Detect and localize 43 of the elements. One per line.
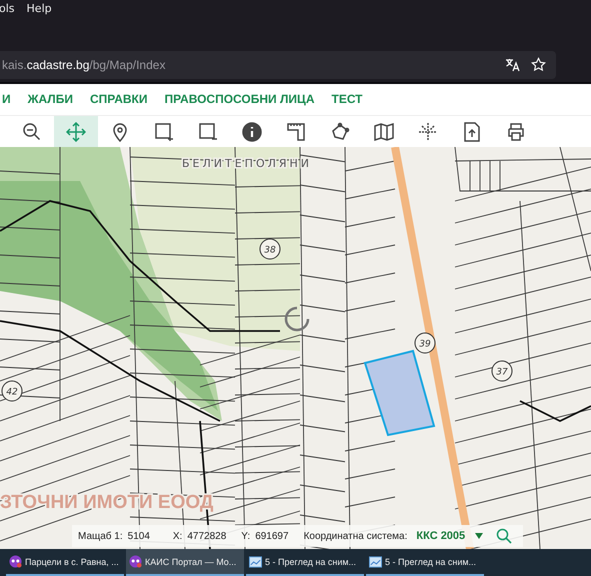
nav-link[interactable]: ПРАВОСПОСОБНИ ЛИЦА [164,92,314,106]
map-icon [374,122,394,142]
taskbar-item[interactable]: 5 - Преглед на сним... [246,549,364,576]
star-icon[interactable] [531,57,546,72]
ruler-corner-icon [286,122,306,142]
scale-label: Мащаб 1: [78,530,123,542]
x-value: 4772828 [187,530,226,542]
translate-icon[interactable] [505,58,521,72]
search-icon[interactable] [496,528,512,544]
taskbar-item[interactable]: КАИС Портал — Mo... [126,549,244,576]
scale-value: 5104 [128,530,150,542]
square-plus-icon [154,122,174,142]
image-icon [369,556,382,568]
crosshair-icon [418,122,438,142]
taskbar-item[interactable]: 5 - Преглед на сним... [366,549,484,576]
info-icon [242,122,262,142]
nav-link[interactable]: СПРАВКИ [90,92,148,106]
caret-icon [475,533,484,540]
image-icon [249,556,262,568]
square-minus-icon [198,122,218,142]
move-arrows-icon [66,122,86,142]
x-label: X: [172,530,182,542]
parcel-number-marker: 42 [2,380,22,402]
mask-icon [129,555,142,568]
nav-link[interactable]: ТЕСТ [331,92,363,106]
file-upload-icon [462,122,482,142]
parcel-number-marker: 37 [492,360,512,382]
url-text: kais.cadastre.bg/bg/Map/Index [2,58,166,72]
parcel-number-marker: 38 [260,238,280,260]
mask-icon [9,555,22,568]
y-value: 691697 [255,530,289,542]
nav-link[interactable]: И [2,92,11,106]
y-label: Y: [241,530,250,542]
menu-item[interactable]: Help [26,2,53,16]
taskbar-item[interactable]: Парцели в с. Равна, ... [6,549,124,576]
crs-dropdown[interactable]: ККС 2005 [412,530,492,542]
printer-icon [506,122,526,142]
nav-link[interactable]: ЖАЛБИ [28,92,73,106]
polygon-icon [330,122,350,142]
address-field[interactable]: kais.cadastre.bg/bg/Map/Index [0,50,556,79]
parcel-number-marker: 39 [414,332,436,354]
crs-label: Координатна система: [304,530,408,542]
zoom-out-icon [22,122,42,142]
